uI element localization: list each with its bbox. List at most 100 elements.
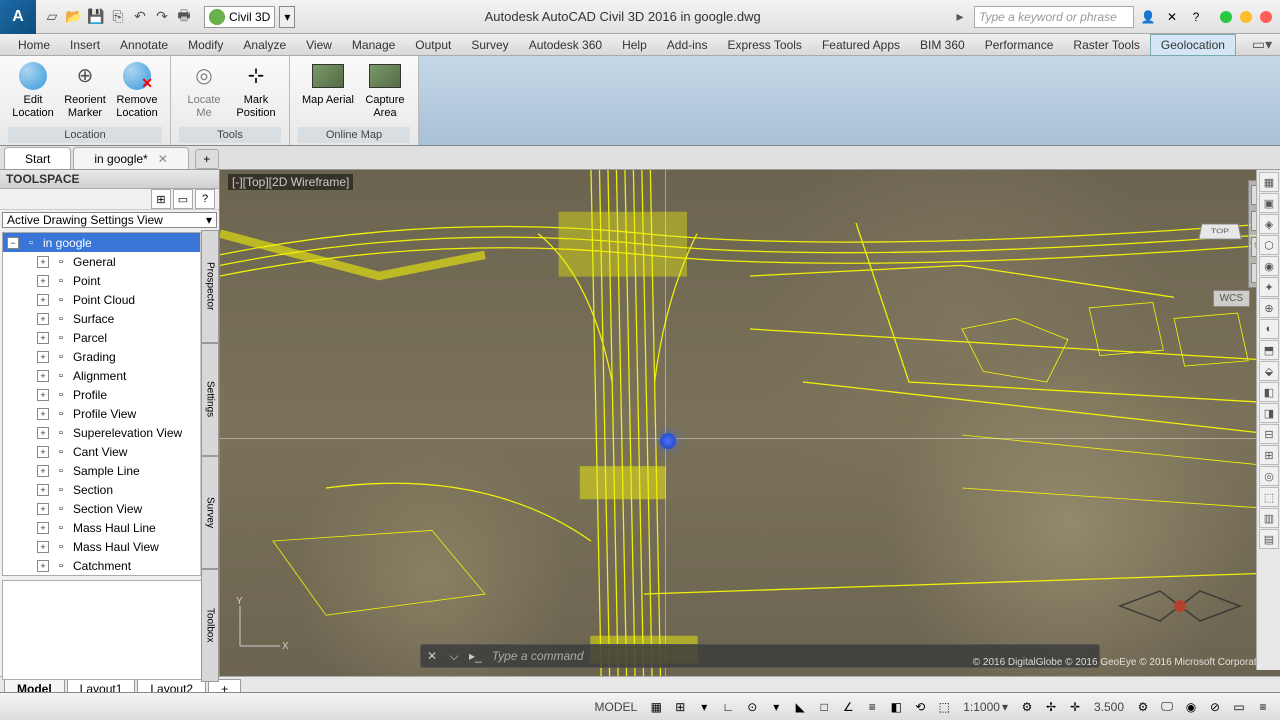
mark-position-button[interactable]: ⊹MarkPosition — [231, 58, 281, 127]
tree-expand-icon[interactable]: − — [7, 237, 19, 249]
exchange-icon[interactable]: ✕ — [1162, 7, 1182, 27]
model-space-toggle[interactable]: MODEL — [591, 700, 642, 714]
polar-dd-icon[interactable]: ▾ — [767, 698, 785, 716]
rt-icon-10[interactable]: ⬙ — [1259, 361, 1279, 381]
command-recent-icon[interactable]: ⌵ — [443, 649, 465, 664]
tree-item-section[interactable]: +▫Section — [3, 480, 216, 499]
iso-icon[interactable]: ◣ — [791, 698, 809, 716]
rt-icon-13[interactable]: ⊟ — [1259, 424, 1279, 444]
tree-item-profile-view[interactable]: +▫Profile View — [3, 404, 216, 423]
wcs-label[interactable]: WCS — [1213, 290, 1250, 307]
app-logo[interactable]: A — [0, 0, 36, 34]
tree-expand-icon[interactable]: + — [37, 427, 49, 439]
tree-expand-icon[interactable]: + — [37, 446, 49, 458]
rt-icon-3[interactable]: ◈ — [1259, 214, 1279, 234]
tree-expand-icon[interactable]: + — [37, 484, 49, 496]
tree-expand-icon[interactable]: + — [37, 294, 49, 306]
menu-manage[interactable]: Manage — [342, 34, 405, 56]
tree-expand-icon[interactable]: + — [37, 408, 49, 420]
tree-item-alignment[interactable]: +▫Alignment — [3, 366, 216, 385]
menu-help[interactable]: Help — [612, 34, 657, 56]
lineweight-icon[interactable]: ≡ — [863, 698, 881, 716]
isolate-icon[interactable]: ⊘ — [1206, 698, 1224, 716]
plot-icon[interactable]: 🖶 — [174, 7, 194, 27]
rt-icon-14[interactable]: ⊞ — [1259, 445, 1279, 465]
tree-expand-icon[interactable]: + — [37, 522, 49, 534]
snap-icon[interactable]: ⊞ — [671, 698, 689, 716]
drawing-viewport[interactable]: [-][Top][2D Wireframe] TOP WCS ◎ ✋ 🔍 ⟳ X… — [220, 170, 1280, 676]
help-search-input[interactable]: Type a keyword or phrase — [974, 6, 1134, 28]
workspace-dropdown-icon[interactable]: ▾ — [279, 6, 295, 28]
tree-expand-icon[interactable]: + — [37, 503, 49, 515]
capture-area-button[interactable]: CaptureArea — [360, 58, 410, 127]
snap-dd-icon[interactable]: ▾ — [695, 698, 713, 716]
tree-item-point[interactable]: +▫Point — [3, 271, 216, 290]
tree-item-grading[interactable]: +▫Grading — [3, 347, 216, 366]
tree-item-profile[interactable]: +▫Profile — [3, 385, 216, 404]
help-icon[interactable]: ? — [1186, 7, 1206, 27]
rt-icon-7[interactable]: ⊕ — [1259, 298, 1279, 318]
menu-express-tools[interactable]: Express Tools — [717, 34, 811, 56]
undo-icon[interactable]: ↶ — [130, 7, 150, 27]
ortho-icon[interactable]: ∟ — [719, 698, 737, 716]
toolspace-view-dropdown[interactable]: Active Drawing Settings View▾ — [2, 212, 217, 228]
tree-item-cant-view[interactable]: +▫Cant View — [3, 442, 216, 461]
open-icon[interactable]: 📂 — [64, 7, 84, 27]
tree-item-mass-haul-view[interactable]: +▫Mass Haul View — [3, 537, 216, 556]
toolspace-btn1-icon[interactable]: ⊞ — [151, 189, 171, 209]
infocenter-icon[interactable]: 👤 — [1138, 7, 1158, 27]
rt-icon-15[interactable]: ◎ — [1259, 466, 1279, 486]
tree-expand-icon[interactable]: + — [37, 370, 49, 382]
redo-icon[interactable]: ↷ — [152, 7, 172, 27]
menu-performance[interactable]: Performance — [975, 34, 1064, 56]
viewport-label[interactable]: [-][Top][2D Wireframe] — [228, 174, 353, 190]
tree-expand-icon[interactable]: + — [37, 465, 49, 477]
rt-icon-16[interactable]: ⬚ — [1259, 487, 1279, 507]
gear-icon[interactable]: ⚙ — [1018, 698, 1036, 716]
clean-icon[interactable]: ▭ — [1230, 698, 1248, 716]
menu-view[interactable]: View — [296, 34, 342, 56]
viewcube[interactable]: TOP — [1200, 220, 1250, 270]
side-tab-prospector[interactable]: Prospector — [201, 230, 219, 343]
rt-icon-9[interactable]: ⬒ — [1259, 340, 1279, 360]
tree-item-point-cloud[interactable]: +▫Point Cloud — [3, 290, 216, 309]
menu-modify[interactable]: Modify — [178, 34, 233, 56]
rt-icon-12[interactable]: ◨ — [1259, 403, 1279, 423]
rt-icon-18[interactable]: ▤ — [1259, 529, 1279, 549]
tree-item-section-view[interactable]: +▫Section View — [3, 499, 216, 518]
polar-icon[interactable]: ⊙ — [743, 698, 761, 716]
transparency-icon[interactable]: ◧ — [887, 698, 905, 716]
menu-output[interactable]: Output — [405, 34, 461, 56]
save-icon[interactable]: 💾 — [86, 7, 106, 27]
workspace-selector[interactable]: Civil 3D — [204, 6, 275, 28]
menu-insert[interactable]: Insert — [60, 34, 110, 56]
hardware-icon[interactable]: ◉ — [1182, 698, 1200, 716]
command-close-icon[interactable]: ✕ — [421, 649, 443, 663]
menu-autodesk-360[interactable]: Autodesk 360 — [519, 34, 612, 56]
tree-expand-icon[interactable]: + — [37, 313, 49, 325]
menu-featured-apps[interactable]: Featured Apps — [812, 34, 910, 56]
cycling-icon[interactable]: ⟲ — [911, 698, 929, 716]
map-aerial-button[interactable]: Map Aerial — [298, 58, 358, 127]
3dosnap-icon[interactable]: ⬚ — [935, 698, 953, 716]
tree-expand-icon[interactable]: + — [37, 389, 49, 401]
otrack-icon[interactable]: ∠ — [839, 698, 857, 716]
rt-icon-2[interactable]: ▣ — [1259, 193, 1279, 213]
toolspace-btn2-icon[interactable]: ▭ — [173, 189, 193, 209]
maximize-icon[interactable] — [1240, 11, 1252, 23]
remove-location-button[interactable]: RemoveLocation — [112, 58, 162, 127]
minimize-icon[interactable] — [1220, 11, 1232, 23]
menu-geolocation[interactable]: Geolocation — [1150, 34, 1236, 56]
tree-expand-icon[interactable]: + — [37, 332, 49, 344]
anno-value[interactable]: 3.500 — [1090, 700, 1128, 714]
customize-icon[interactable]: ≡ — [1254, 698, 1272, 716]
side-tab-toolbox[interactable]: Toolbox — [201, 569, 219, 682]
tree-item-parcel[interactable]: +▫Parcel — [3, 328, 216, 347]
rt-icon-1[interactable]: ▦ — [1259, 172, 1279, 192]
anno-scale[interactable]: 1:1000 ▾ — [959, 700, 1012, 714]
menu-add-ins[interactable]: Add-ins — [657, 34, 718, 56]
settings-tree[interactable]: −▫in google+▫General+▫Point+▫Point Cloud… — [2, 232, 217, 576]
tree-item-mass-haul-line[interactable]: +▫Mass Haul Line — [3, 518, 216, 537]
close-icon[interactable] — [1260, 11, 1272, 23]
tab-close-icon[interactable]: ✕ — [158, 152, 168, 166]
